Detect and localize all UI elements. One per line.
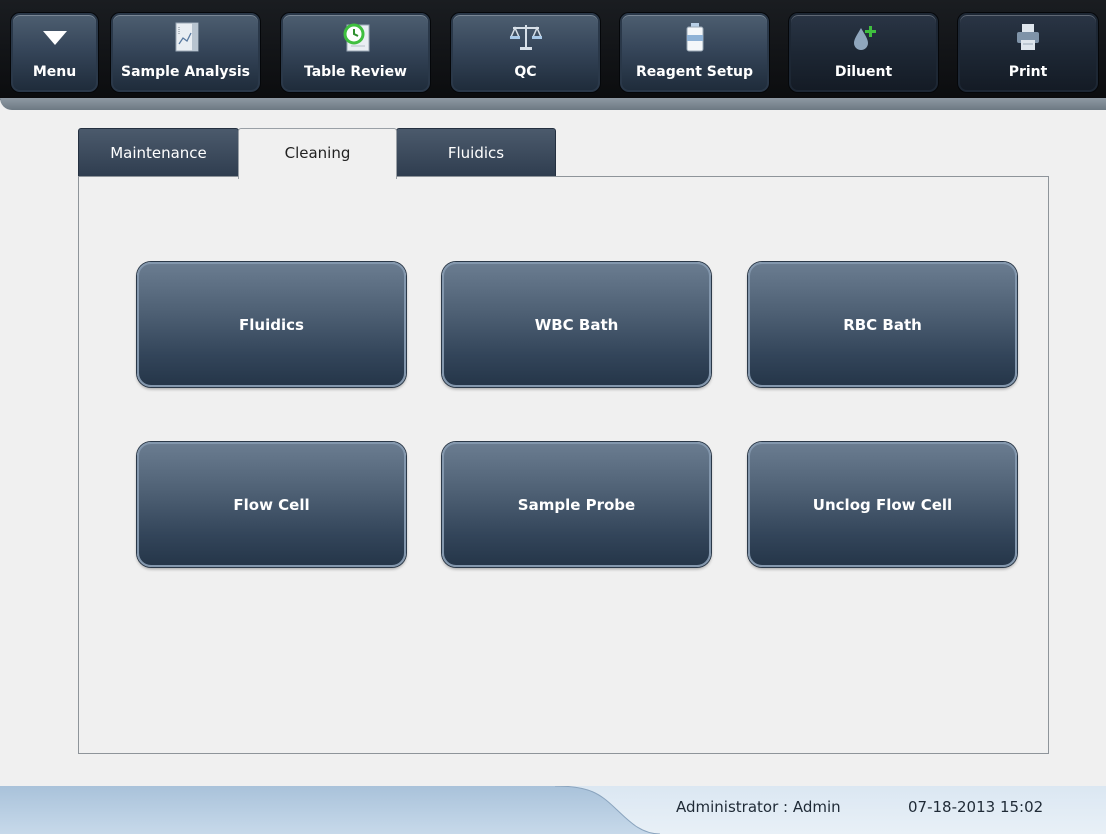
- chart-document-icon: [175, 22, 198, 52]
- print-label: Print: [1008, 64, 1048, 80]
- tab-fluidics[interactable]: Fluidics: [396, 128, 556, 178]
- triangle-down-icon: [42, 31, 67, 45]
- reagent-setup-label: Reagent Setup: [635, 64, 754, 80]
- sample-analysis-button[interactable]: Sample Analysis: [111, 13, 260, 92]
- tab-label: Maintenance: [110, 144, 207, 162]
- button-label: Sample Probe: [517, 495, 636, 514]
- balance-scale-icon: [509, 25, 542, 50]
- diluent-label: Diluent: [834, 64, 893, 80]
- qc-button[interactable]: QC: [451, 13, 600, 92]
- clock-document-icon: [343, 23, 369, 52]
- table-review-label: Table Review: [303, 64, 407, 80]
- menu-label: Menu: [32, 64, 77, 80]
- button-label: Unclog Flow Cell: [812, 495, 953, 514]
- sample-analysis-label: Sample Analysis: [121, 64, 250, 80]
- tab-label: Fluidics: [447, 144, 505, 162]
- logged-in-user: Administrator : Admin: [676, 798, 841, 816]
- printer-icon: [1017, 24, 1039, 50]
- tab-maintenance[interactable]: Maintenance: [78, 128, 239, 178]
- button-label: Flow Cell: [233, 495, 310, 514]
- qc-label: QC: [514, 64, 537, 80]
- toolbar-rim: [0, 98, 1106, 110]
- menu-button[interactable]: Menu: [11, 13, 98, 92]
- button-label: Fluidics: [239, 315, 304, 334]
- button-label: WBC Bath: [534, 315, 619, 334]
- diluent-button[interactable]: Diluent: [789, 13, 938, 92]
- flow-cell-clean-button[interactable]: Flow Cell: [137, 442, 406, 567]
- reagent-bottle-icon: [686, 23, 703, 52]
- tab-label: Cleaning: [284, 144, 351, 162]
- wbc-bath-clean-button[interactable]: WBC Bath: [442, 262, 711, 387]
- reagent-setup-button[interactable]: Reagent Setup: [620, 13, 769, 92]
- print-button[interactable]: Print: [958, 13, 1098, 92]
- rbc-bath-clean-button[interactable]: RBC Bath: [748, 262, 1017, 387]
- fluidics-clean-button[interactable]: Fluidics: [137, 262, 406, 387]
- button-label: RBC Bath: [843, 315, 922, 334]
- unclog-flow-cell-button[interactable]: Unclog Flow Cell: [748, 442, 1017, 567]
- sample-probe-clean-button[interactable]: Sample Probe: [442, 442, 711, 567]
- droplet-plus-icon: [853, 26, 876, 50]
- tab-cleaning[interactable]: Cleaning: [238, 128, 397, 179]
- table-review-button[interactable]: Table Review: [281, 13, 430, 92]
- status-datetime: 07-18-2013 15:02: [908, 798, 1044, 816]
